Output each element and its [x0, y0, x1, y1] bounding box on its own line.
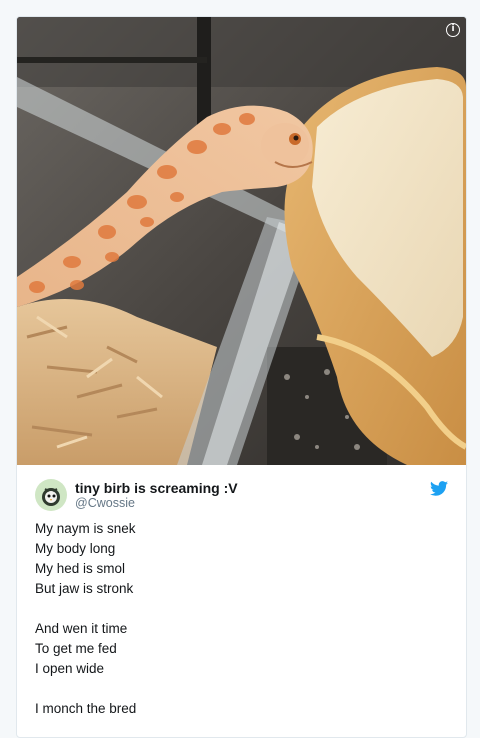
avatar[interactable] [35, 479, 67, 511]
tweet-line: I monch the bred [35, 701, 137, 716]
tweet-header: tiny birb is screaming :V @Cwossie [17, 479, 466, 513]
user-handle[interactable]: @Cwossie [75, 496, 238, 511]
twitter-bird-icon[interactable] [430, 481, 448, 496]
tweet-line: And wen it time [35, 621, 128, 636]
tweet-text: My naym is snek My body long My hed is s… [35, 519, 136, 719]
tweet-media-photo[interactable]: i [17, 17, 466, 465]
tweet-line: I open wide [35, 661, 105, 676]
tweet-line: But jaw is stronk [35, 581, 134, 596]
tweet-line: My naym is snek [35, 521, 136, 536]
info-icon[interactable]: i [446, 23, 460, 37]
tweet-line: To get me fed [35, 641, 117, 656]
bird-avatar-icon [42, 488, 60, 506]
tweet-line: My body long [35, 541, 116, 556]
display-name[interactable]: tiny birb is screaming :V [75, 480, 238, 496]
snake-eating-bread-image [17, 17, 466, 465]
tweet-body: tiny birb is screaming :V @Cwossie My na… [17, 465, 466, 716]
tweet-line: My hed is smol [35, 561, 126, 576]
tweet-card[interactable]: i tiny birb is screaming :V @Cwossie My … [16, 16, 467, 738]
